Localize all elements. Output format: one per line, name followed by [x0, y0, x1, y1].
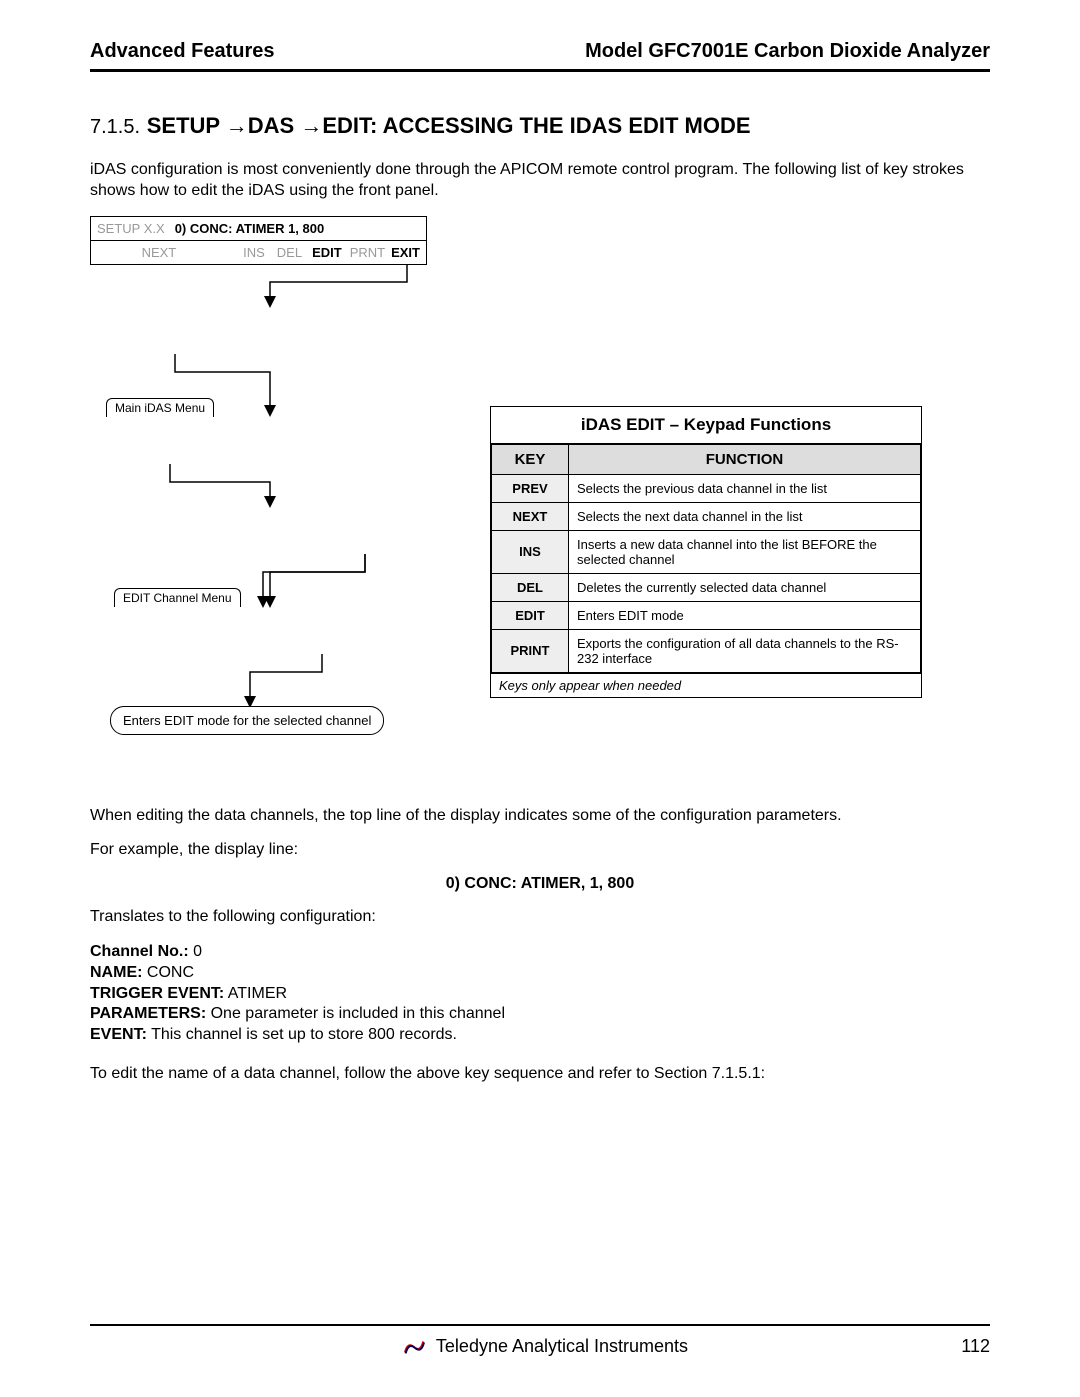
- para-example-intro: For example, the display line:: [90, 840, 990, 861]
- setup-xx-label-5: SETUP X.X: [97, 221, 165, 236]
- key-prev: PREV: [492, 474, 569, 502]
- cfg-channel-no: Channel No.: 0: [90, 942, 990, 963]
- table-row: EDITEnters EDIT mode: [492, 601, 921, 629]
- table-row: PRINTExports the configuration of all da…: [492, 629, 921, 672]
- cfg-l1b: 0: [189, 943, 202, 960]
- footer-page-number: 112: [961, 1336, 990, 1357]
- tab-edit-channel: EDIT Channel Menu: [114, 588, 241, 607]
- ins-key: INS: [243, 245, 265, 260]
- footer-company-text: Teledyne Analytical Instruments: [436, 1336, 688, 1356]
- fn-next: Selects the next data channel in the lis…: [569, 502, 921, 530]
- prnt-key: PRNT: [350, 245, 385, 260]
- flow-diagram-area: SAMPLE RANGE=50.0 PPM CO= XX.XX <TST TST…: [90, 216, 990, 776]
- cfg-l2a: NAME:: [90, 964, 142, 981]
- keypad-head-key: KEY: [492, 444, 569, 474]
- flow-box-conc: SETUP X.X 0) CONC: ATIMER 1, 800 NEXT IN…: [90, 216, 427, 265]
- section-heading: 7.1.5. SETUP →DAS →EDIT: ACCESSING THE I…: [90, 112, 990, 140]
- para-edit-name: To edit the name of a data channel, foll…: [90, 1064, 990, 1085]
- page-body: 7.1.5. SETUP →DAS →EDIT: ACCESSING THE I…: [90, 112, 990, 1085]
- tab-main-idas: Main iDAS Menu: [106, 398, 214, 417]
- section-title: SETUP →DAS →EDIT: ACCESSING THE IDAS EDI…: [147, 113, 751, 138]
- flow-arrows: [90, 216, 520, 776]
- cfg-l4a: PARAMETERS:: [90, 1005, 206, 1022]
- key-edit: EDIT: [492, 601, 569, 629]
- table-row: INSInserts a new data channel into the l…: [492, 530, 921, 573]
- fn-edit: Enters EDIT mode: [569, 601, 921, 629]
- edit-key-5: EDIT: [312, 245, 342, 260]
- keypad-title: iDAS EDIT – Keypad Functions: [491, 407, 921, 444]
- cfg-trigger: TRIGGER EVENT: ATIMER: [90, 984, 990, 1005]
- table-row: NEXTSelects the next data channel in the…: [492, 502, 921, 530]
- header-left: Advanced Features: [90, 40, 275, 63]
- fn-del: Deletes the currently selected data chan…: [569, 573, 921, 601]
- example-line: 0) CONC: ATIMER, 1, 800: [90, 875, 990, 893]
- page-header: Advanced Features Model GFC7001E Carbon …: [90, 40, 990, 72]
- cfg-l3b: ATIMER: [224, 985, 287, 1002]
- key-print: PRINT: [492, 629, 569, 672]
- cfg-l3a: TRIGGER EVENT:: [90, 985, 224, 1002]
- para-editing: When editing the data channels, the top …: [90, 806, 990, 827]
- conc-label: 0) CONC: ATIMER 1, 800: [175, 221, 325, 236]
- table-row: PREVSelects the previous data channel in…: [492, 474, 921, 502]
- keypad-head-fn: FUNCTION: [569, 444, 921, 474]
- fn-ins: Inserts a new data channel into the list…: [569, 530, 921, 573]
- page-footer: Teledyne Analytical Instruments 112: [90, 1324, 990, 1357]
- cfg-l2b: CONC: [142, 964, 194, 981]
- cfg-l5a: EVENT:: [90, 1026, 147, 1043]
- cfg-l5b: This channel is set up to store 800 reco…: [147, 1026, 457, 1043]
- cfg-name: NAME: CONC: [90, 963, 990, 984]
- callout-enters-edit: Enters EDIT mode for the selected channe…: [110, 706, 384, 735]
- exit-key-5: EXIT: [391, 245, 420, 260]
- fn-prev: Selects the previous data channel in the…: [569, 474, 921, 502]
- key-ins: INS: [492, 530, 569, 573]
- fn-print: Exports the configuration of all data ch…: [569, 629, 921, 672]
- next-key: NEXT: [142, 245, 177, 260]
- keypad-table: iDAS EDIT – Keypad Functions KEY FUNCTIO…: [490, 406, 922, 698]
- intro-paragraph: iDAS configuration is most conveniently …: [90, 160, 990, 202]
- cfg-l4b: One parameter is included in this channe…: [206, 1005, 505, 1022]
- header-right: Model GFC7001E Carbon Dioxide Analyzer: [585, 40, 990, 63]
- section-number: 7.1.5.: [90, 116, 140, 138]
- para-translates: Translates to the following configuratio…: [90, 907, 990, 928]
- footer-company: Teledyne Analytical Instruments: [130, 1336, 961, 1357]
- cfg-parameters: PARAMETERS: One parameter is included in…: [90, 1004, 990, 1025]
- cfg-l1a: Channel No.:: [90, 943, 189, 960]
- teledyne-logo-icon: [403, 1339, 425, 1355]
- key-next: NEXT: [492, 502, 569, 530]
- del-key: DEL: [277, 245, 302, 260]
- keypad-footnote: Keys only appear when needed: [491, 673, 921, 697]
- cfg-event: EVENT: This channel is set up to store 8…: [90, 1025, 990, 1046]
- key-del: DEL: [492, 573, 569, 601]
- table-row: DELDeletes the currently selected data c…: [492, 573, 921, 601]
